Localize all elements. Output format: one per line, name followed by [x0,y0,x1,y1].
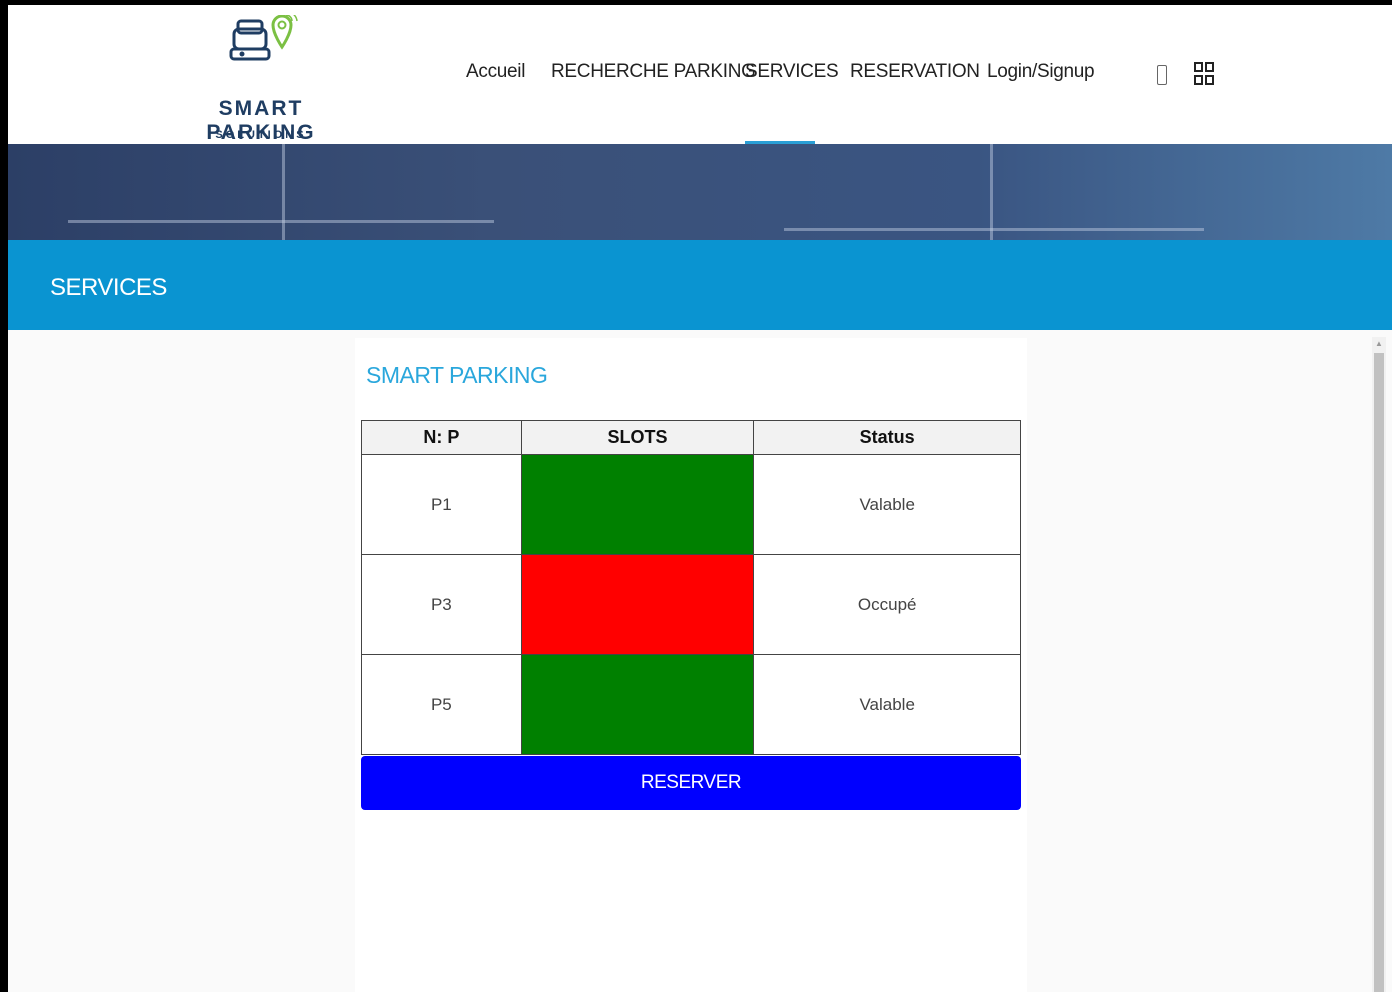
slot-indicator [520,554,755,655]
table-row[interactable]: P1 Valable [361,454,1021,555]
table-header-row: N: P SLOTS Status [361,420,1021,455]
hero-banner [8,144,1392,240]
nav-item-reservation[interactable]: RESERVATION [850,61,980,83]
reserve-button[interactable]: RESERVER [361,756,1021,810]
column-header-place: N: P [361,420,522,455]
nav-item-login-signup[interactable]: Login/Signup [987,61,1095,83]
status-cell: Valable [753,654,1021,755]
parking-slots-table: N: P SLOTS Status P1 Valable P3 Occupé P [361,420,1021,755]
grid-menu-icon[interactable] [1194,61,1216,89]
nav-item-recherche-parking[interactable]: RECHERCHE PARKING [551,61,756,83]
place-cell: P3 [361,554,522,655]
table-row[interactable]: P3 Occupé [361,554,1021,655]
table-row[interactable]: P5 Valable [361,654,1021,755]
nav-item-accueil[interactable]: Accueil [466,61,525,83]
nav-item-services[interactable]: SERVICES [745,61,839,83]
brand-tagline: SOLUTIONS [215,129,307,141]
status-cell: Occupé [753,554,1021,655]
section-header: SERVICES [8,240,1392,330]
slot-indicator [520,454,755,555]
column-header-slots: SLOTS [520,420,755,455]
place-cell: P1 [361,454,522,555]
site-header: SMART PARKING SOLUTIONS Accueil RECHERCH… [8,5,1392,144]
column-header-status: Status [753,420,1021,455]
card-title: SMART PARKING [366,362,548,388]
browser-viewport: SMART PARKING SOLUTIONS Accueil RECHERCH… [8,5,1392,992]
parking-card: SMART PARKING N: P SLOTS Status P1 Valab… [355,338,1027,992]
slot-indicator [520,654,755,755]
scroll-up-arrow-icon[interactable]: ▲ [1372,339,1386,349]
main-nav: Accueil RECHERCHE PARKING SERVICES RESER… [8,61,1392,91]
phone-icon[interactable] [1157,65,1167,85]
status-cell: Valable [753,454,1021,555]
place-cell: P5 [361,654,522,755]
section-title: SERVICES [50,274,167,301]
vertical-scrollbar[interactable]: ▲ [1372,337,1386,992]
scroll-thumb[interactable] [1374,353,1384,992]
